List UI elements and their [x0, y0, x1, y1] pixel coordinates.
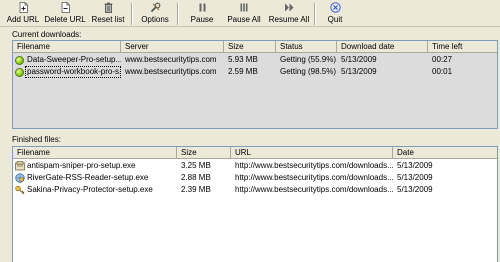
current-downloads-list[interactable]: Filename Server Size Status Download dat… — [12, 40, 498, 129]
options-button[interactable]: Options — [140, 0, 170, 27]
row-size: 2.59 MB — [228, 67, 258, 76]
delete-file-icon — [61, 2, 70, 13]
table-row[interactable]: password-workbook-pro-s... www.bestsecur… — [13, 66, 497, 78]
column-header-date[interactable]: Date — [393, 147, 497, 159]
finished-files-list[interactable]: Filename Size URL Date antispam-sniper-p… — [12, 146, 498, 262]
trash-icon — [104, 2, 112, 13]
resume-all-label: Resume All — [268, 15, 310, 24]
quit-button[interactable]: Quit — [323, 0, 347, 27]
current-downloads-label: Current downloads: — [12, 30, 82, 39]
downloading-status-icon — [15, 68, 24, 77]
row-download-date: 5/13/2009 — [341, 67, 377, 76]
row-size: 2.39 MB — [181, 185, 211, 194]
resume-all-button[interactable]: Resume All — [268, 0, 310, 27]
row-server: www.bestsecuritytips.com — [125, 67, 217, 76]
wrench-icon — [150, 2, 160, 12]
pause-all-icon — [240, 3, 247, 12]
column-header-status[interactable]: Status — [276, 41, 337, 53]
column-header-time-left[interactable]: Time left — [428, 41, 497, 53]
finished-files-label: Finished files: — [12, 135, 61, 144]
pause-all-label: Pause All — [227, 15, 261, 24]
row-date: 5/13/2009 — [397, 161, 433, 170]
table-row[interactable]: Data-Sweeper-Pro-setup... www.bestsecuri… — [13, 54, 497, 66]
finished-list-header: Filename Size URL Date — [13, 147, 497, 159]
row-date: 5/13/2009 — [397, 185, 433, 194]
row-filename: password-workbook-pro-s... — [25, 66, 121, 78]
toolbar-separator — [131, 3, 133, 25]
row-date: 5/13/2009 — [397, 173, 433, 182]
column-header-filename[interactable]: Filename — [13, 41, 121, 53]
column-header-filename[interactable]: Filename — [13, 147, 177, 159]
quit-icon — [329, 2, 341, 13]
row-filename: Sakina-Privacy-Protector-setup.exe — [27, 185, 153, 194]
pause-label: Pause — [190, 15, 214, 24]
toolbar-separator — [314, 3, 316, 25]
row-size: 5.93 MB — [228, 55, 258, 64]
table-row[interactable]: Sakina-Privacy-Protector-setup.exe 2.39 … — [13, 184, 497, 196]
table-row[interactable]: antispam-sniper-pro-setup.exe 3.25 MB ht… — [13, 160, 497, 172]
add-file-icon — [19, 2, 28, 13]
row-server: www.bestsecuritytips.com — [125, 55, 217, 64]
delete-url-label: Delete URL — [44, 15, 86, 24]
toolbar: Add URL Delete URL Reset list Options Pa… — [0, 0, 500, 27]
toolbar-separator — [177, 3, 179, 25]
row-time-left: 00:01 — [432, 67, 453, 76]
reset-list-label: Reset list — [91, 15, 125, 24]
row-time-left: 00:27 — [432, 55, 453, 64]
reset-list-button[interactable]: Reset list — [90, 0, 126, 27]
column-header-download-date[interactable]: Download date — [337, 41, 428, 53]
row-url: http://www.bestsecuritytips.com/download… — [235, 185, 393, 194]
current-list-header: Filename Server Size Status Download dat… — [13, 41, 497, 53]
resume-all-icon — [284, 3, 293, 12]
row-url: http://www.bestsecuritytips.com/download… — [235, 161, 393, 170]
pause-icon — [199, 3, 205, 12]
column-header-server[interactable]: Server — [121, 41, 224, 53]
row-size: 2.88 MB — [181, 173, 211, 182]
quit-label: Quit — [327, 15, 343, 24]
column-header-url[interactable]: URL — [231, 147, 393, 159]
pause-button[interactable]: Pause — [189, 0, 215, 27]
pause-all-button[interactable]: Pause All — [226, 0, 262, 27]
column-header-size[interactable]: Size — [177, 147, 231, 159]
row-size: 3.25 MB — [181, 161, 211, 170]
row-url: http://www.bestsecuritytips.com/download… — [235, 173, 393, 182]
column-header-size[interactable]: Size — [224, 41, 276, 53]
row-filename: Data-Sweeper-Pro-setup... — [27, 55, 121, 64]
row-status: Getting (55.9%) — [280, 55, 337, 64]
row-status: Getting (98.5%) — [280, 67, 337, 76]
add-url-button[interactable]: Add URL — [7, 0, 39, 27]
delete-url-button[interactable]: Delete URL — [44, 0, 86, 27]
options-label: Options — [141, 15, 169, 24]
row-download-date: 5/13/2009 — [341, 55, 377, 64]
add-url-label: Add URL — [6, 15, 40, 24]
table-row[interactable]: RiverGate-RSS-Reader-setup.exe 2.88 MB h… — [13, 172, 497, 184]
row-filename: antispam-sniper-pro-setup.exe — [27, 161, 136, 170]
row-filename: RiverGate-RSS-Reader-setup.exe — [27, 173, 149, 182]
